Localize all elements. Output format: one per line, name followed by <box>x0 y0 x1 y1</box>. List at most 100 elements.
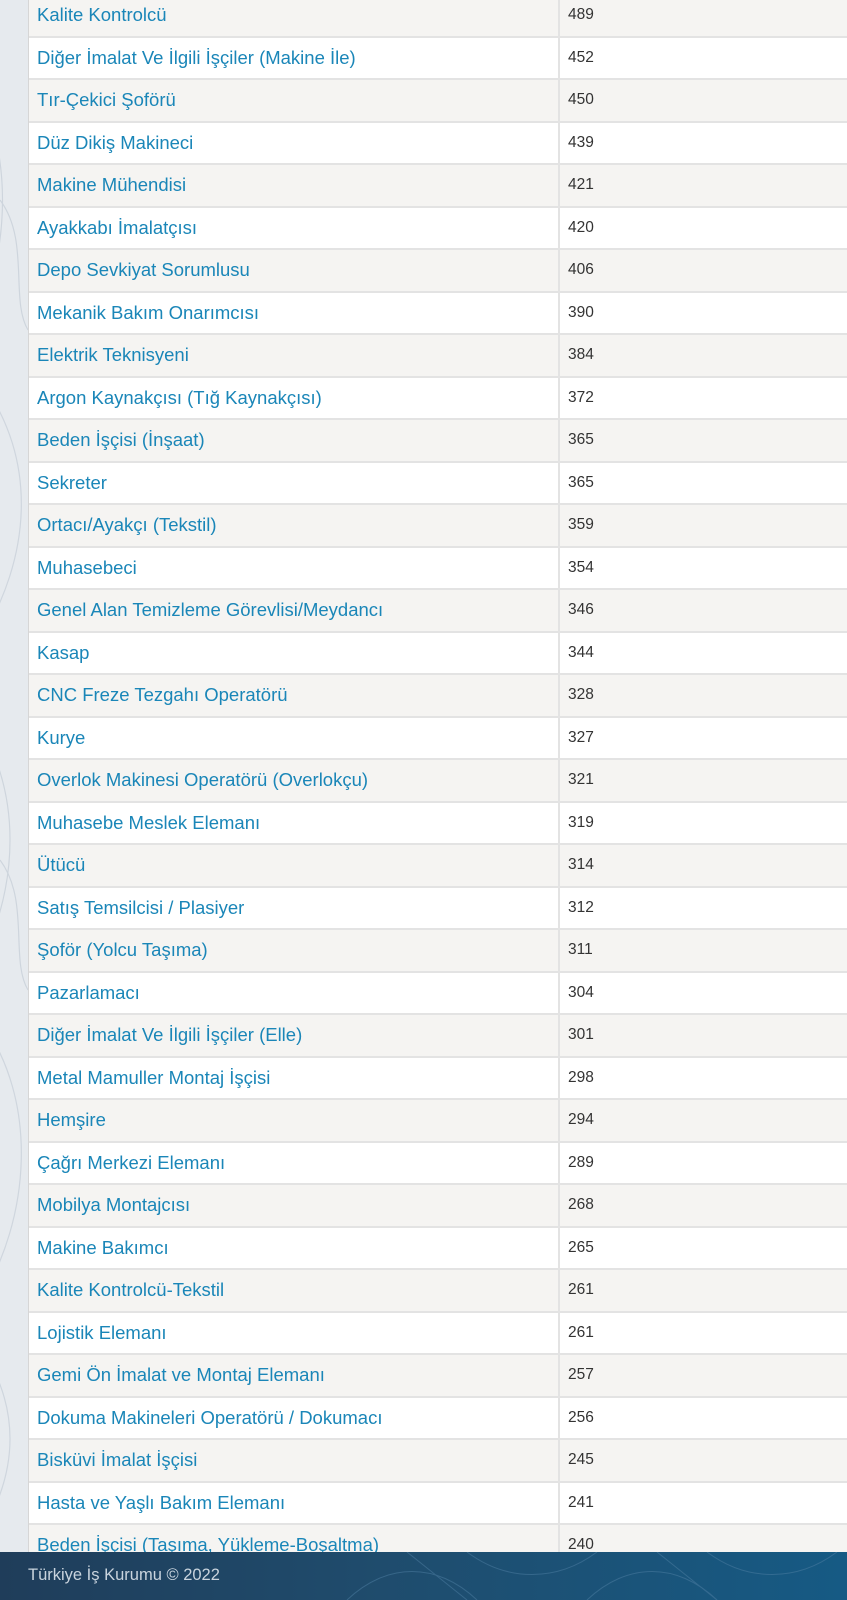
occupation-count: 344 <box>559 631 847 675</box>
occupation-link[interactable]: Diğer İmalat Ve İlgili İşçiler (Makine İ… <box>29 36 560 80</box>
occupation-count: 439 <box>559 121 847 165</box>
occupation-link[interactable]: Ayakkabı İmalatçısı <box>29 206 560 250</box>
occupation-link[interactable]: Çağrı Merkezi Elemanı <box>29 1141 560 1185</box>
occupation-link[interactable]: Dokuma Makineleri Operatörü / Dokumacı <box>29 1396 560 1440</box>
footer-copyright: Türkiye İş Kurumu © 2022 <box>28 1566 220 1584</box>
occupation-link[interactable]: Tır-Çekici Şoförü <box>29 79 560 123</box>
table-row: Bisküvi İmalat İşçisi 245 <box>29 1439 847 1483</box>
occupation-count: 384 <box>559 334 847 378</box>
occupation-count: 298 <box>559 1056 847 1100</box>
occupation-count: 314 <box>559 844 847 888</box>
table-row: Depo Sevkiyat Sorumlusu 406 <box>29 249 847 293</box>
occupation-count: 354 <box>559 546 847 590</box>
occupation-link[interactable]: Düz Dikiş Makineci <box>29 121 560 165</box>
table-row: Ayakkabı İmalatçısı 420 <box>29 206 847 250</box>
occupation-count: 304 <box>559 971 847 1015</box>
occupation-link[interactable]: Kalite Kontrolcü-Tekstil <box>29 1269 560 1313</box>
occupation-count: 245 <box>559 1439 847 1483</box>
occupation-link[interactable]: Makine Mühendisi <box>29 164 560 208</box>
occupation-link[interactable]: Argon Kaynakçısı (Tığ Kaynakçısı) <box>29 376 560 420</box>
table-row: Sekreter 365 <box>29 461 847 505</box>
table-row: Kurye 327 <box>29 716 847 760</box>
table-row: Kalite Kontrolcü-Tekstil 261 <box>29 1269 847 1313</box>
occupation-table-body: Kalite Kontrolcü 489 Diğer İmalat Ve İlgil… <box>29 0 847 1568</box>
table-row: Makine Mühendisi 421 <box>29 164 847 208</box>
occupation-count: 328 <box>559 674 847 718</box>
table-row: Gemi Ön İmalat ve Montaj Elemanı 257 <box>29 1354 847 1398</box>
occupation-count: 294 <box>559 1099 847 1143</box>
table-row: Çağrı Merkezi Elemanı 289 <box>29 1141 847 1185</box>
occupation-link[interactable]: Hemşire <box>29 1099 560 1143</box>
occupation-count: 452 <box>559 36 847 80</box>
occupation-count: 319 <box>559 801 847 845</box>
table-row: Ütücü 314 <box>29 844 847 888</box>
occupation-link[interactable]: Gemi Ön İmalat ve Montaj Elemanı <box>29 1354 560 1398</box>
occupation-table-container: Kalite Kontrolcü 489 Diğer İmalat Ve İlgil… <box>28 0 847 1568</box>
table-row: Metal Mamuller Montaj İşçisi 298 <box>29 1056 847 1100</box>
occupation-link[interactable]: Lojistik Elemanı <box>29 1311 560 1355</box>
table-row: Diğer İmalat Ve İlgili İşçiler (Elle) 301 <box>29 1014 847 1058</box>
occupation-link[interactable]: Kasap <box>29 631 560 675</box>
occupation-link[interactable]: Mekanik Bakım Onarımcısı <box>29 291 560 335</box>
occupation-count: 301 <box>559 1014 847 1058</box>
footer-pattern <box>346 1552 838 1600</box>
occupation-link[interactable]: Kalite Kontrolcü <box>29 0 560 38</box>
occupation-link[interactable]: Kurye <box>29 716 560 760</box>
occupation-link[interactable]: Diğer İmalat Ve İlgili İşçiler (Elle) <box>29 1014 560 1058</box>
table-row: Makine Bakımcı 265 <box>29 1226 847 1270</box>
occupation-count: 265 <box>559 1226 847 1270</box>
occupation-count: 365 <box>559 461 847 505</box>
table-row: Mobilya Montajcısı 268 <box>29 1184 847 1228</box>
occupation-link[interactable]: Beden İşçisi (İnşaat) <box>29 419 560 463</box>
occupation-link[interactable]: Ortacı/Ayakçı (Tekstil) <box>29 504 560 548</box>
occupation-count: 420 <box>559 206 847 250</box>
occupation-link[interactable]: Şoför (Yolcu Taşıma) <box>29 929 560 973</box>
occupation-link[interactable]: Elektrik Teknisyeni <box>29 334 560 378</box>
occupation-count: 321 <box>559 759 847 803</box>
occupation-link[interactable]: Satış Temsilcisi / Plasiyer <box>29 886 560 930</box>
occupation-count: 421 <box>559 164 847 208</box>
occupation-link[interactable]: Hasta ve Yaşlı Bakım Elemanı <box>29 1481 560 1525</box>
occupation-link[interactable]: Sekreter <box>29 461 560 505</box>
table-row: Kalite Kontrolcü 489 <box>29 0 847 38</box>
table-row: Diğer İmalat Ve İlgili İşçiler (Makine İ… <box>29 36 847 80</box>
occupation-count: 406 <box>559 249 847 293</box>
occupation-link[interactable]: Muhasebeci <box>29 546 560 590</box>
table-row: Lojistik Elemanı 261 <box>29 1311 847 1355</box>
occupation-link[interactable]: Metal Mamuller Montaj İşçisi <box>29 1056 560 1100</box>
occupation-count: 489 <box>559 0 847 38</box>
occupation-count: 359 <box>559 504 847 548</box>
table-row: Tır-Çekici Şoförü 450 <box>29 79 847 123</box>
occupation-link[interactable]: Depo Sevkiyat Sorumlusu <box>29 249 560 293</box>
table-row: Elektrik Teknisyeni 384 <box>29 334 847 378</box>
table-row: Overlok Makinesi Operatörü (Overlokçu) 32… <box>29 759 847 803</box>
occupation-count: 346 <box>559 589 847 633</box>
occupation-link[interactable]: Overlok Makinesi Operatörü (Overlokçu) <box>29 759 560 803</box>
occupation-link[interactable]: Makine Bakımcı <box>29 1226 560 1270</box>
occupation-table: Kalite Kontrolcü 489 Diğer İmalat Ve İlgil… <box>29 0 847 1568</box>
table-row: Muhasebe Meslek Elemanı 319 <box>29 801 847 845</box>
occupation-link[interactable]: Mobilya Montajcısı <box>29 1184 560 1228</box>
occupation-link[interactable]: CNC Freze Tezgahı Operatörü <box>29 674 560 718</box>
occupation-count: 365 <box>559 419 847 463</box>
occupation-count: 450 <box>559 79 847 123</box>
occupation-link[interactable]: Ütücü <box>29 844 560 888</box>
table-row: Düz Dikiş Makineci 439 <box>29 121 847 165</box>
occupation-link[interactable]: Muhasebe Meslek Elemanı <box>29 801 560 845</box>
occupation-link[interactable]: Genel Alan Temizleme Görevlisi/Meydancı <box>29 589 560 633</box>
table-row: Hasta ve Yaşlı Bakım Elemanı 241 <box>29 1481 847 1525</box>
table-row: Beden İşçisi (İnşaat) 365 <box>29 419 847 463</box>
table-row: Mekanik Bakım Onarımcısı 390 <box>29 291 847 335</box>
occupation-count: 372 <box>559 376 847 420</box>
table-row: Şoför (Yolcu Taşıma) 311 <box>29 929 847 973</box>
occupation-link[interactable]: Bisküvi İmalat İşçisi <box>29 1439 560 1483</box>
occupation-count: 390 <box>559 291 847 335</box>
occupation-count: 327 <box>559 716 847 760</box>
occupation-link[interactable]: Pazarlamacı <box>29 971 560 1015</box>
table-row: Hemşire 294 <box>29 1099 847 1143</box>
table-row: CNC Freze Tezgahı Operatörü 328 <box>29 674 847 718</box>
table-row: Satış Temsilcisi / Plasiyer 312 <box>29 886 847 930</box>
table-row: Kasap 344 <box>29 631 847 675</box>
occupation-count: 312 <box>559 886 847 930</box>
occupation-count: 241 <box>559 1481 847 1525</box>
